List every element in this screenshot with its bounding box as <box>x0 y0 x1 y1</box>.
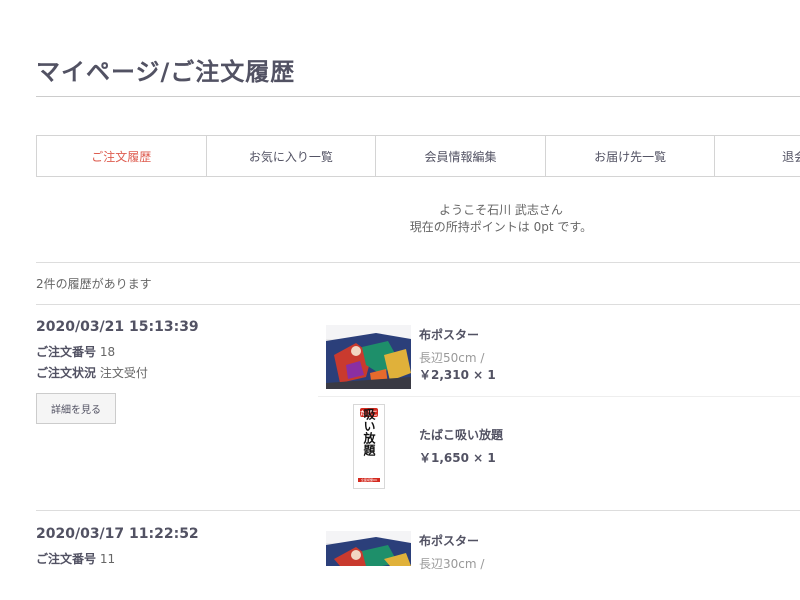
title-divider <box>36 96 800 97</box>
mypage: マイページ/ご注文履歴 ご注文履歴 お気に入り一覧 会員情報編集 お届け先一覧 … <box>0 0 800 600</box>
divider <box>36 262 800 263</box>
order-number: ご注文番号 18 <box>36 343 115 360</box>
nav-item-withdraw[interactable]: 退会手 <box>715 136 800 176</box>
cloth-poster-image <box>326 531 411 566</box>
product-thumbnail[interactable] <box>326 325 411 389</box>
product-thumbnail[interactable]: たばこ 吸い放題 全面喫煙OK <box>353 404 385 489</box>
order-number-value: 18 <box>99 345 116 359</box>
order-number-label: ご注文番号 <box>36 552 97 566</box>
welcome-name: ようこそ石川 武志さん <box>439 203 563 217</box>
divider <box>36 510 800 511</box>
order-status-label: ご注文状況 <box>36 366 97 380</box>
order-number: ご注文番号 11 <box>36 550 115 567</box>
tabako-poster-image: たばこ 吸い放題 全面喫煙OK <box>353 404 385 489</box>
nav-item-favorites[interactable]: お気に入り一覧 <box>207 136 377 176</box>
order-date: 2020/03/21 15:13:39 <box>36 319 199 335</box>
page-title: マイページ/ご注文履歴 <box>36 58 296 86</box>
product-thumbnail[interactable] <box>326 531 411 566</box>
mypage-nav: ご注文履歴 お気に入り一覧 会員情報編集 お届け先一覧 退会手 <box>36 135 800 177</box>
order-status-value: 注文受付 <box>99 366 148 380</box>
item-price: ￥2,310 × 1 <box>419 368 496 382</box>
order-number-label: ご注文番号 <box>36 345 97 359</box>
poster-text-main: 吸い放題 <box>362 408 376 457</box>
item-option: 長辺50cm / <box>419 351 485 365</box>
view-detail-button[interactable]: 詳細を見る <box>36 393 116 424</box>
point-balance: 現在の所持ポイントは 0pt です。 <box>409 220 593 234</box>
item-name[interactable]: たばこ吸い放題 <box>419 426 503 443</box>
item-name[interactable]: 布ポスター <box>419 326 479 343</box>
welcome-message: ようこそ石川 武志さん 現在の所持ポイントは 0pt です。 <box>36 202 800 236</box>
nav-item-order-history[interactable]: ご注文履歴 <box>37 136 207 176</box>
poster-text-sub: 全面喫煙OK <box>361 477 378 482</box>
divider <box>36 304 800 305</box>
item-divider <box>318 396 800 397</box>
order-status: ご注文状況 注文受付 <box>36 364 148 381</box>
nav-item-member-edit[interactable]: 会員情報編集 <box>376 136 546 176</box>
item-name[interactable]: 布ポスター <box>419 532 479 549</box>
history-count: 2件の履歴があります <box>36 277 152 291</box>
item-price: ￥1,650 × 1 <box>419 451 496 465</box>
item-option: 長辺30cm / <box>419 557 485 571</box>
cloth-poster-image <box>326 325 411 389</box>
nav-item-delivery-list[interactable]: お届け先一覧 <box>546 136 716 176</box>
order-date: 2020/03/17 11:22:52 <box>36 526 199 542</box>
order-number-value: 11 <box>99 552 116 566</box>
